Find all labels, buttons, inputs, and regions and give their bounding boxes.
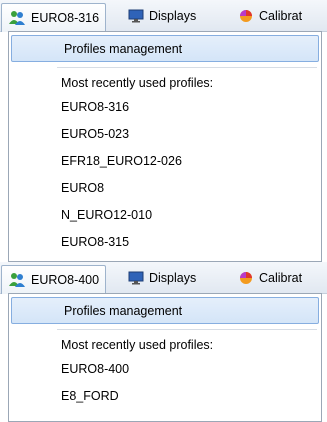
calibration-button[interactable]: Calibrat bbox=[232, 3, 308, 28]
displays-button[interactable]: Displays bbox=[122, 265, 202, 290]
recent-profile-item[interactable]: EURO8-400 bbox=[61, 358, 129, 380]
calibration-label: Calibrat bbox=[259, 270, 303, 285]
people-icon bbox=[8, 272, 26, 288]
recent-profile-item[interactable]: EURO8 bbox=[61, 177, 104, 199]
profiles-management-item[interactable]: Profiles management bbox=[11, 297, 319, 324]
displays-label: Displays bbox=[149, 8, 197, 23]
recent-profiles-heading: Most recently used profiles: bbox=[61, 76, 214, 90]
calibration-label: Calibrat bbox=[259, 8, 303, 23]
menu-separator bbox=[57, 67, 317, 68]
profiles-management-item[interactable]: Profiles management bbox=[11, 35, 319, 62]
people-icon bbox=[8, 10, 26, 26]
recent-profile-item[interactable]: N_EURO12-010 bbox=[61, 204, 152, 226]
profiles-management-label: Profiles management bbox=[64, 303, 183, 318]
profile-dropdown-menu: Profiles management Most recently used p… bbox=[8, 293, 322, 422]
calibration-icon bbox=[238, 270, 254, 286]
profile-menu-panel-2: EURO8-400 Displays Calibrat Profiles man… bbox=[0, 262, 327, 422]
recent-profile-item[interactable]: E8_FORD bbox=[61, 385, 119, 407]
profile-dropdown-button[interactable]: EURO8-316 bbox=[1, 3, 107, 32]
profiles-management-label: Profiles management bbox=[64, 41, 183, 56]
monitor-icon bbox=[128, 271, 144, 285]
profile-dropdown-button[interactable]: EURO8-400 bbox=[1, 265, 107, 294]
displays-label: Displays bbox=[149, 270, 197, 285]
recent-profile-item[interactable]: EFR18_EURO12-026 bbox=[61, 150, 182, 172]
calibration-button[interactable]: Calibrat bbox=[232, 265, 308, 290]
toolbar: EURO8-400 Displays Calibrat bbox=[0, 262, 327, 294]
profile-button-label: EURO8-316 bbox=[31, 11, 100, 25]
profile-menu-panel-1: EURO8-316 Displays Calibrat Profiles man… bbox=[0, 0, 327, 262]
menu-separator bbox=[57, 329, 317, 330]
displays-button[interactable]: Displays bbox=[122, 3, 202, 28]
recent-profile-item[interactable]: EURO8-315 bbox=[61, 231, 129, 253]
profile-button-label: EURO8-400 bbox=[31, 273, 100, 287]
recent-profiles-heading: Most recently used profiles: bbox=[61, 338, 214, 352]
recent-profile-item[interactable]: EURO8-316 bbox=[61, 96, 129, 118]
profile-dropdown-menu: Profiles management Most recently used p… bbox=[8, 31, 322, 262]
recent-profile-item[interactable]: EURO5-023 bbox=[61, 123, 129, 145]
toolbar: EURO8-316 Displays Calibrat bbox=[0, 0, 327, 32]
calibration-icon bbox=[238, 8, 254, 24]
monitor-icon bbox=[128, 9, 144, 23]
